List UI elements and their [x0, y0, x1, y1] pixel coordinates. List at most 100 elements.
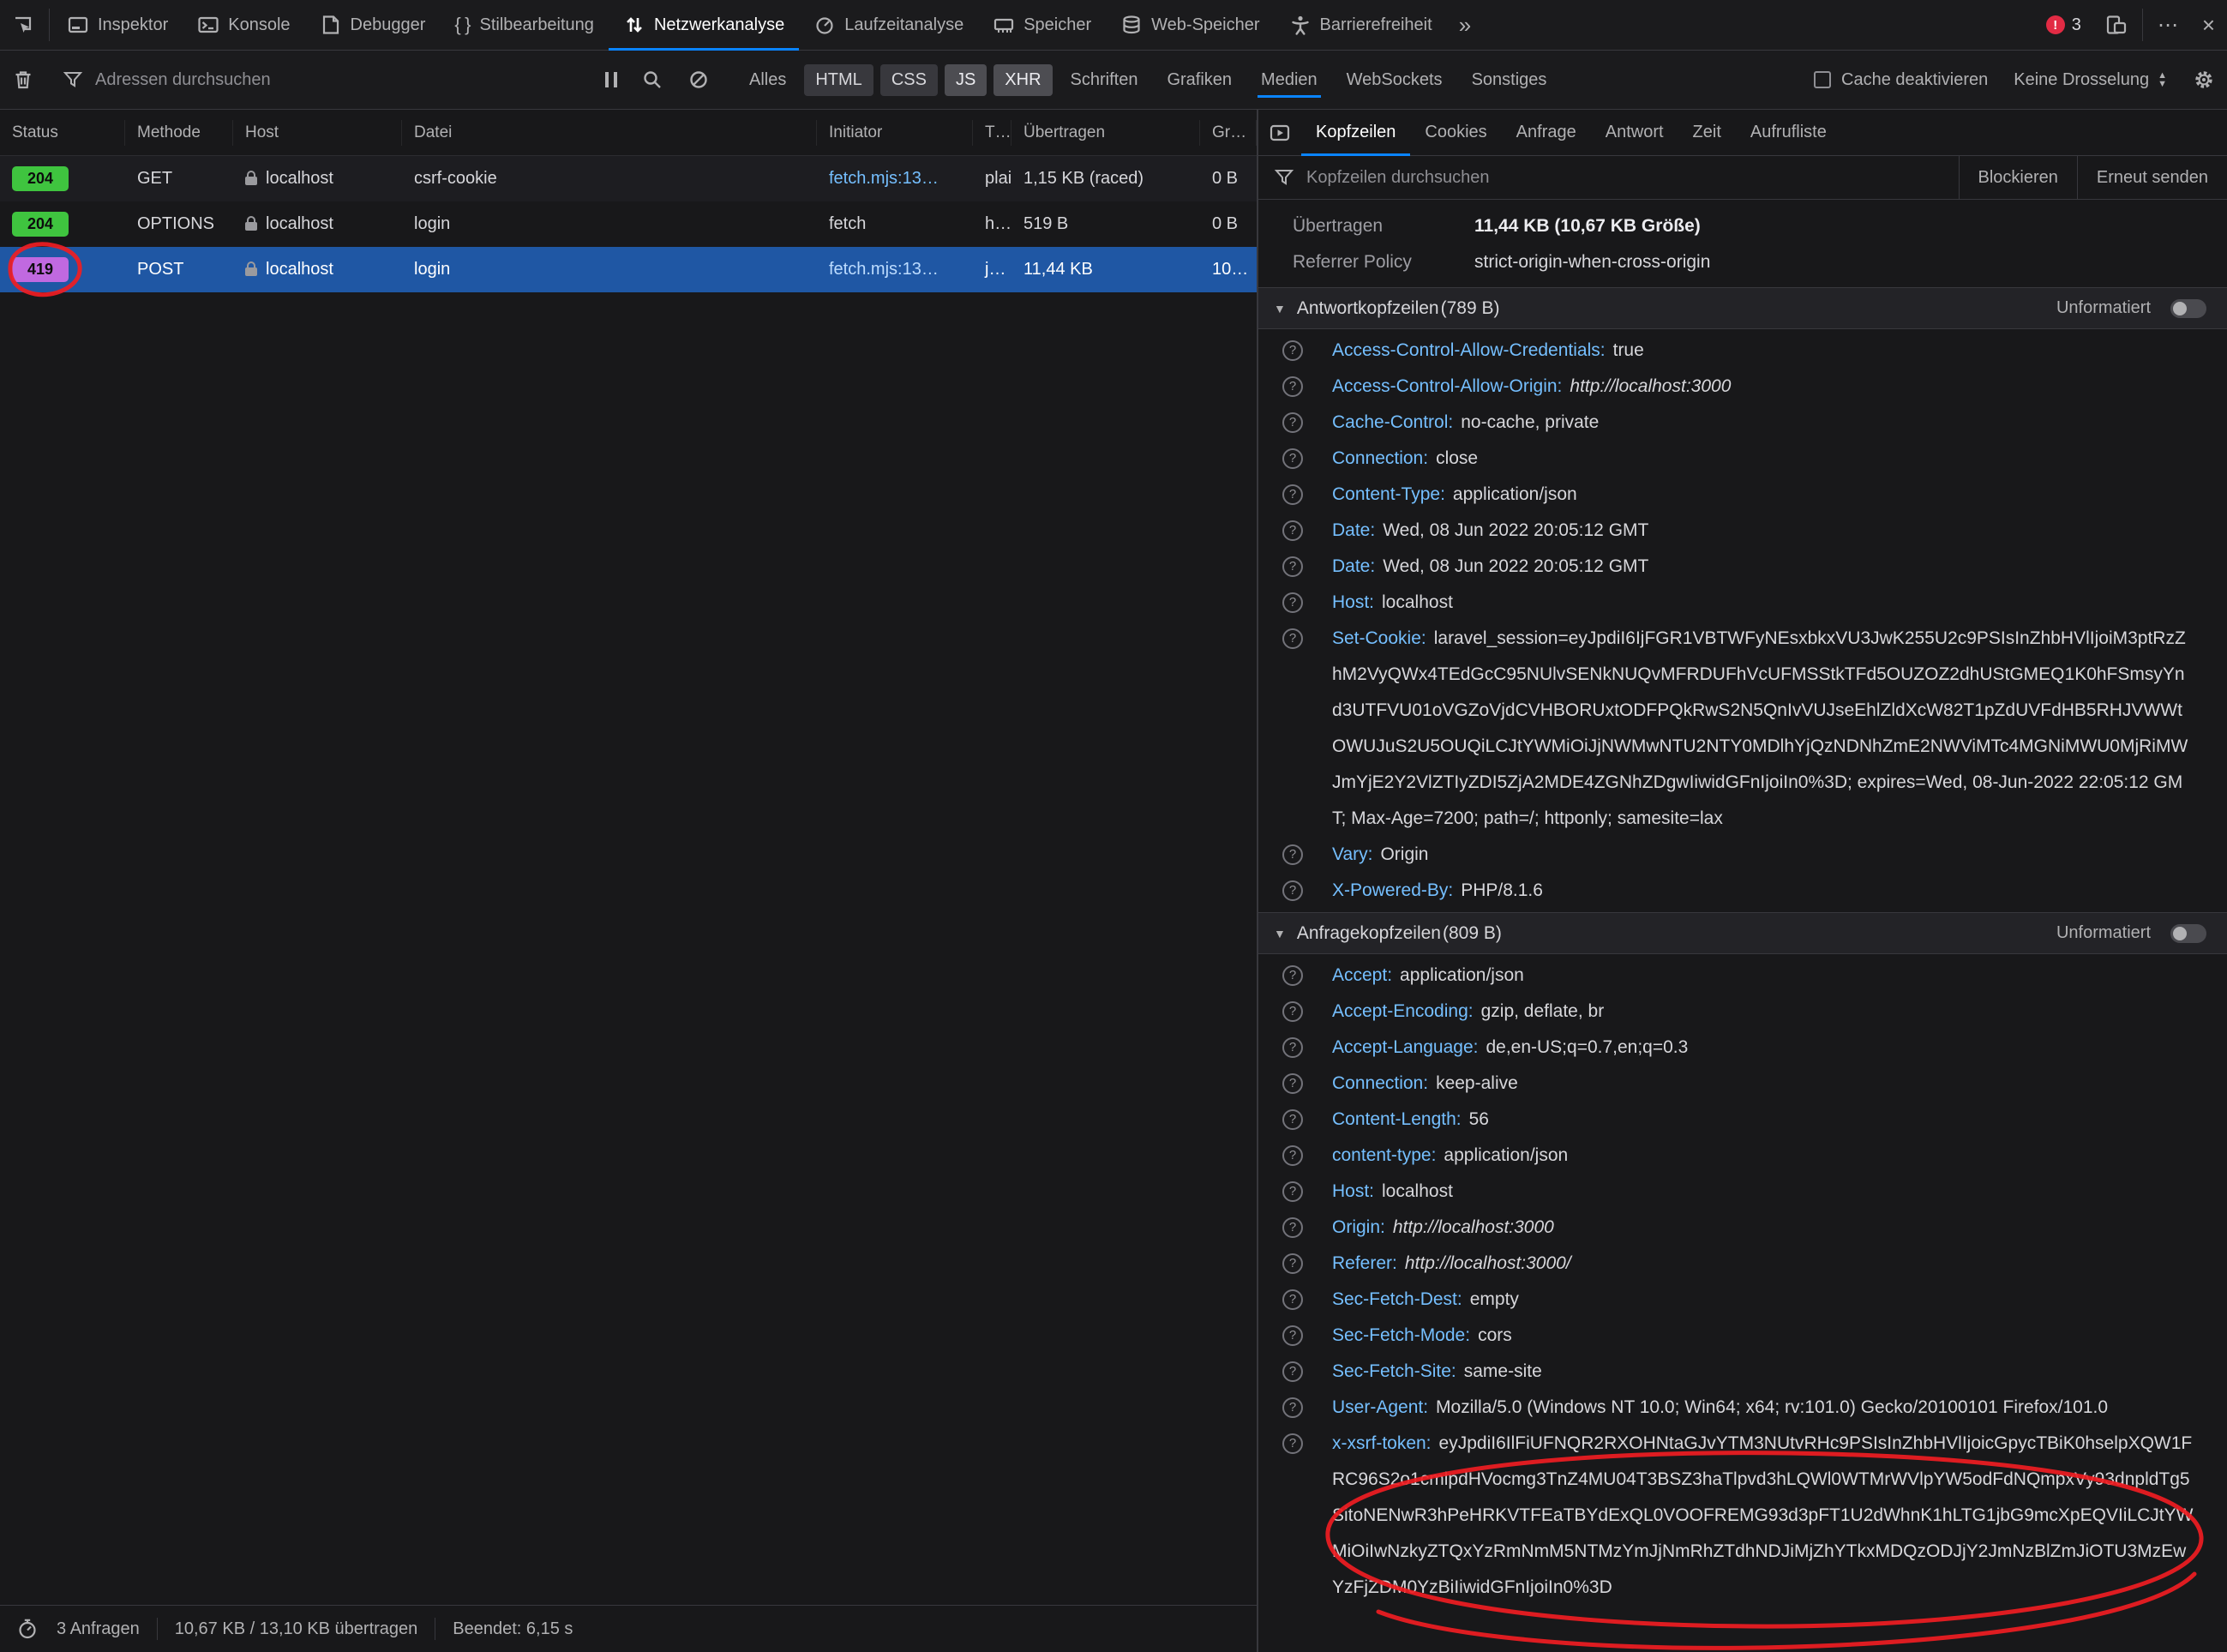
tab-netzwerkanalyse[interactable]: Netzwerkanalyse: [609, 0, 799, 50]
raw-toggle-request[interactable]: [2170, 924, 2206, 943]
network-settings-button[interactable]: [2181, 69, 2227, 91]
pick-element-icon: [12, 14, 34, 36]
cell-status: 204: [0, 156, 125, 201]
column-header-initiator[interactable]: Initiator: [817, 120, 973, 146]
filter-js[interactable]: JS: [945, 64, 987, 96]
tab-cookies[interactable]: Cookies: [1410, 110, 1501, 155]
error-count-button[interactable]: ! 3: [2034, 0, 2093, 50]
filter-css[interactable]: CSS: [880, 64, 938, 96]
help-icon[interactable]: ?: [1282, 1145, 1303, 1166]
request-row[interactable]: 419POSTlocalhostloginfetch.mjs:13…j…11,4…: [0, 247, 1257, 292]
block-url-button[interactable]: Blockieren: [1959, 156, 2077, 199]
search-button[interactable]: [629, 69, 675, 91]
tab-zeit[interactable]: Zeit: [1678, 110, 1736, 155]
help-icon[interactable]: ?: [1282, 1361, 1303, 1382]
initiator-link[interactable]: fetch.mjs:13…: [829, 260, 939, 279]
raw-toggle-response[interactable]: [2170, 299, 2206, 318]
help-icon[interactable]: ?: [1282, 1181, 1303, 1202]
host-text: localhost: [266, 169, 333, 189]
tab-barrierefreiheit[interactable]: Barrierefreiheit: [1275, 0, 1447, 50]
help-icon[interactable]: ?: [1282, 1397, 1303, 1418]
tab-speicher[interactable]: Speicher: [978, 0, 1106, 50]
header-value: application/json: [1400, 965, 1524, 985]
help-icon[interactable]: ?: [1282, 448, 1303, 469]
filter-schriften[interactable]: Schriften: [1059, 64, 1150, 96]
help-icon[interactable]: ?: [1282, 340, 1303, 361]
help-icon[interactable]: ?: [1282, 1253, 1303, 1274]
responsive-design-button[interactable]: [2093, 0, 2140, 50]
pick-element-button[interactable]: [0, 0, 46, 50]
help-icon[interactable]: ?: [1282, 484, 1303, 505]
tab-antwort[interactable]: Antwort: [1591, 110, 1678, 155]
lock-icon: [245, 177, 257, 185]
header-value: keep-alive: [1436, 1073, 1518, 1093]
help-icon[interactable]: ?: [1282, 1433, 1303, 1454]
header-row: ?Accept:application/json: [1258, 958, 2227, 994]
request-headers-section-toggle[interactable]: ▼ Anfragekopfzeilen(809 B) Unformatiert: [1258, 912, 2227, 954]
help-icon[interactable]: ?: [1282, 965, 1303, 986]
help-icon[interactable]: ?: [1282, 844, 1303, 865]
help-icon[interactable]: ?: [1282, 1073, 1303, 1094]
response-headers-section-toggle[interactable]: ▼ Antwortkopfzeilen(789 B) Unformatiert: [1258, 287, 2227, 329]
help-icon[interactable]: ?: [1282, 376, 1303, 397]
request-blocking-button[interactable]: [675, 69, 722, 91]
tab-stilbearbeitung[interactable]: { } Stilbearbeitung: [440, 0, 609, 50]
url-filter-input[interactable]: [93, 69, 577, 91]
column-header-status[interactable]: Status: [0, 120, 125, 146]
close-devtools-button[interactable]: ×: [2190, 0, 2227, 50]
devtools-tabbar: Inspektor Konsole Debugger { } Stilbearb…: [0, 0, 2227, 51]
tabs-overflow-chevron[interactable]: »: [1447, 0, 1483, 50]
filter-grafiken[interactable]: Grafiken: [1156, 64, 1243, 96]
help-icon[interactable]: ?: [1282, 1001, 1303, 1022]
column-header-gr[interactable]: Gr…: [1200, 120, 1257, 146]
headers-filter-input[interactable]: [1305, 167, 1959, 189]
help-icon[interactable]: ?: [1282, 1325, 1303, 1346]
throttle-select[interactable]: Keine Drosselung ▲▼: [2000, 70, 2181, 90]
header-row: ?Content-Type:application/json: [1258, 477, 2227, 513]
column-header-methode[interactable]: Methode: [125, 120, 233, 146]
filter-sonstiges[interactable]: Sonstiges: [1461, 64, 1558, 96]
help-icon[interactable]: ?: [1282, 592, 1303, 613]
help-icon[interactable]: ?: [1282, 1109, 1303, 1130]
column-header-bertragen[interactable]: Übertragen: [1011, 120, 1200, 146]
tab-laufzeitanalyse[interactable]: Laufzeitanalyse: [799, 0, 978, 50]
disable-cache-checkbox[interactable]: Cache deaktivieren: [1802, 70, 2000, 90]
tab-konsole[interactable]: Konsole: [183, 0, 304, 50]
tab-web-speicher[interactable]: Web-Speicher: [1106, 0, 1274, 50]
help-icon[interactable]: ?: [1282, 520, 1303, 541]
request-rows: 204GETlocalhostcsrf-cookiefetch.mjs:13…p…: [0, 156, 1257, 292]
column-header-host[interactable]: Host: [233, 120, 402, 146]
filter-medien[interactable]: Medien: [1250, 64, 1329, 96]
resend-button[interactable]: Erneut senden: [2077, 156, 2227, 199]
headers-scroll-area[interactable]: Übertragen 11,44 KB (10,67 KB Größe) Ref…: [1258, 200, 2227, 1652]
help-icon[interactable]: ?: [1282, 556, 1303, 577]
details-tabs: Kopfzeilen Cookies Anfrage Antwort Zeit …: [1258, 110, 2227, 156]
header-row: ?Content-Length:56: [1258, 1102, 2227, 1138]
filter-html[interactable]: HTML: [804, 64, 873, 96]
filter-alles[interactable]: Alles: [738, 64, 797, 96]
column-header-datei[interactable]: Datei: [402, 120, 817, 146]
column-header-t[interactable]: T…: [973, 120, 1011, 146]
details-media-tab[interactable]: [1258, 110, 1301, 155]
request-row[interactable]: 204OPTIONSlocalhostloginfetchh…519 B0 B: [0, 201, 1257, 247]
request-row[interactable]: 204GETlocalhostcsrf-cookiefetch.mjs:13…p…: [0, 156, 1257, 201]
help-icon[interactable]: ?: [1282, 1289, 1303, 1310]
help-icon[interactable]: ?: [1282, 1217, 1303, 1238]
help-icon[interactable]: ?: [1282, 412, 1303, 433]
tab-debugger[interactable]: Debugger: [305, 0, 441, 50]
tab-aufrufliste[interactable]: Aufrufliste: [1736, 110, 1841, 155]
meatball-menu-button[interactable]: ⋯: [2146, 0, 2190, 50]
help-icon[interactable]: ?: [1282, 1037, 1303, 1058]
clear-requests-button[interactable]: [0, 69, 46, 91]
help-icon[interactable]: ?: [1282, 880, 1303, 901]
initiator-link[interactable]: fetch.mjs:13…: [829, 169, 939, 189]
filter-xhr[interactable]: XHR: [993, 64, 1052, 96]
header-value: eyJpdiI6IlFiUFNQR2RXOHNtaGJvYTM3NUtvRHc9…: [1332, 1433, 2193, 1597]
header-name: Sec-Fetch-Site:: [1332, 1361, 1456, 1381]
tab-kopfzeilen[interactable]: Kopfzeilen: [1301, 110, 1410, 155]
filter-websockets[interactable]: WebSockets: [1336, 64, 1454, 96]
tab-inspektor[interactable]: Inspektor: [52, 0, 183, 50]
help-icon[interactable]: ?: [1282, 628, 1303, 649]
tab-anfrage[interactable]: Anfrage: [1502, 110, 1591, 155]
pause-recording-button[interactable]: [593, 72, 629, 87]
